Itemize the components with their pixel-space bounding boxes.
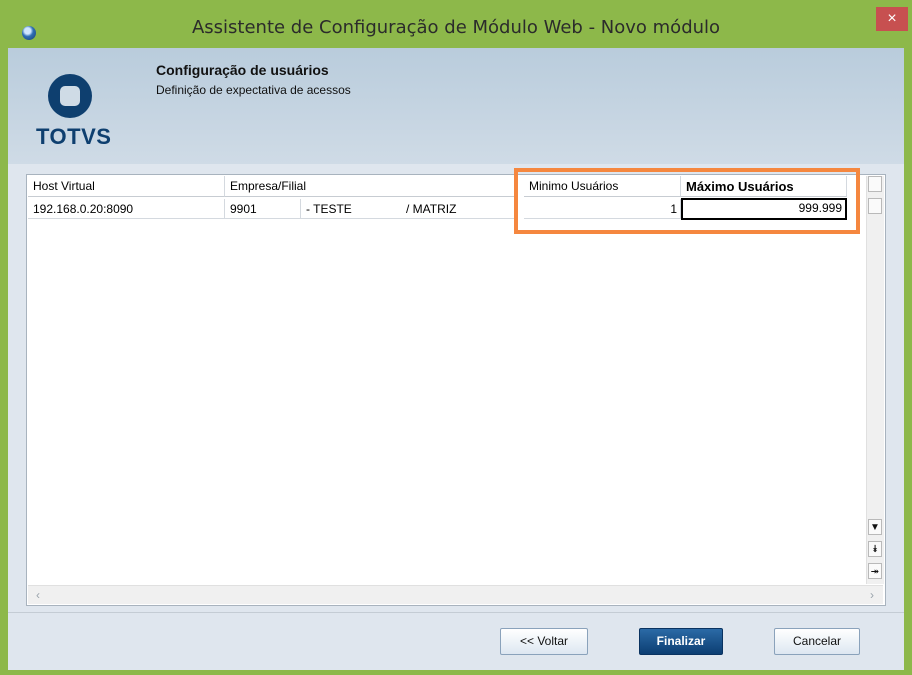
page-subtitle: Definição de expectativa de acessos xyxy=(156,83,351,97)
back-button[interactable]: << Voltar xyxy=(500,628,588,655)
users-grid[interactable]: Host Virtual Empresa/Filial Minimo Usuár… xyxy=(26,174,886,606)
page-title: Configuração de usuários xyxy=(156,62,329,78)
cell-empresa-codigo[interactable]: 9901 xyxy=(225,199,301,219)
vertical-scrollbar[interactable]: ▼ ⯯ ⯮ xyxy=(866,176,884,584)
cell-empresa-nome[interactable]: - TESTE xyxy=(301,199,401,219)
column-header-empresa-filial[interactable]: Empresa/Filial xyxy=(225,176,516,197)
totvs-logo-text: TOTVS xyxy=(36,124,112,149)
wizard-header: TOTVS Configuração de usuários Definição… xyxy=(8,48,904,164)
column-header-host-virtual[interactable]: Host Virtual xyxy=(28,176,225,197)
cell-filial[interactable]: / MATRIZ xyxy=(401,199,516,219)
horizontal-scrollbar[interactable]: ‹ › xyxy=(28,585,883,604)
scroll-top-button[interactable] xyxy=(868,176,882,192)
totvs-logo-icon xyxy=(48,74,92,118)
wizard-window: Assistente de Configuração de Módulo Web… xyxy=(0,0,912,675)
wizard-client-area: TOTVS Configuração de usuários Definição… xyxy=(8,48,904,670)
scroll-right-icon[interactable]: › xyxy=(864,586,880,604)
title-bar: Assistente de Configuração de Módulo Web… xyxy=(0,0,912,48)
scroll-left-icon[interactable]: ‹ xyxy=(30,586,46,604)
cell-host-virtual[interactable]: 192.168.0.20:8090 xyxy=(28,199,225,219)
annotation-highlight-box xyxy=(514,168,860,234)
wizard-footer: << Voltar Finalizar Cancelar xyxy=(8,612,904,670)
close-button[interactable]: × xyxy=(876,7,908,31)
scroll-page-down-icon[interactable]: ⯯ xyxy=(868,541,882,557)
scroll-down-icon[interactable]: ▼ xyxy=(868,519,882,535)
scroll-up-button[interactable] xyxy=(868,198,882,214)
cancel-button[interactable]: Cancelar xyxy=(774,628,860,655)
window-title: Assistente de Configuração de Módulo Web… xyxy=(191,17,721,38)
finish-button[interactable]: Finalizar xyxy=(639,628,723,655)
scroll-end-icon[interactable]: ⯮ xyxy=(868,563,882,579)
